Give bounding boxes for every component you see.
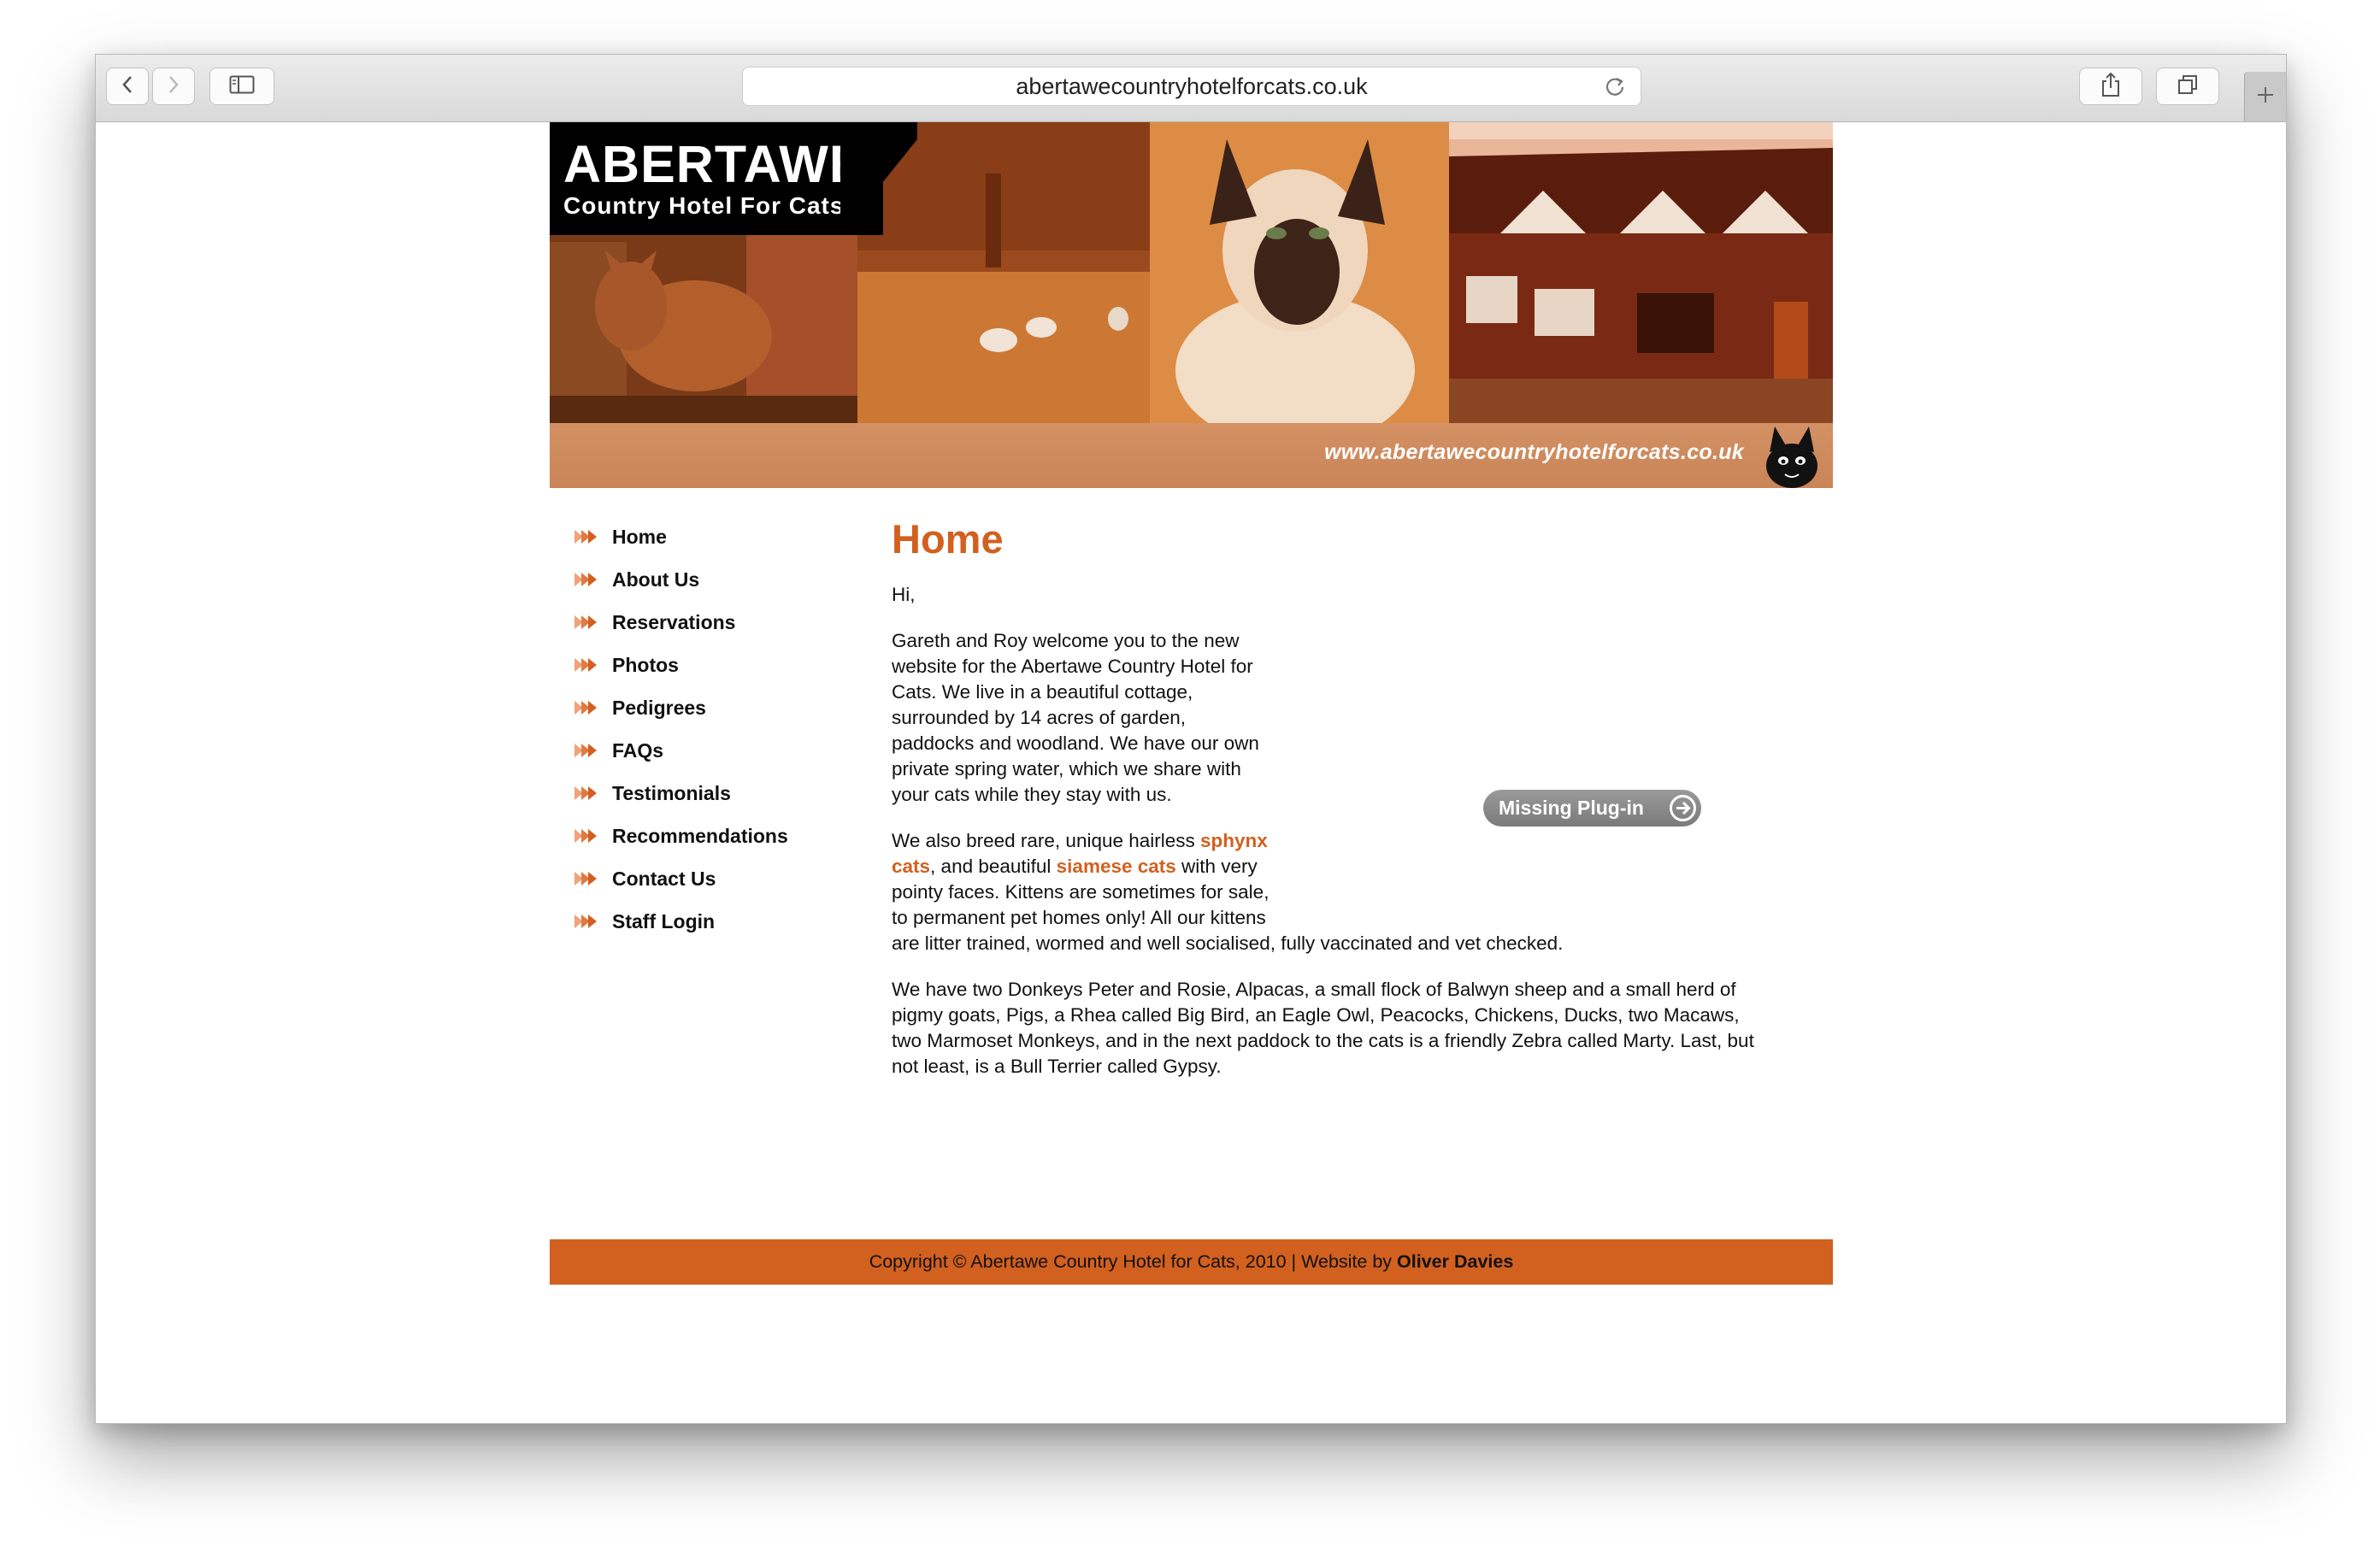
breeding-text: , and beautiful (930, 856, 1057, 877)
site-banner: ABERTAWE Country Hotel For Cats www.aber… (550, 122, 1833, 488)
hotel-building-photo (1449, 122, 1833, 423)
share-icon (2100, 72, 2122, 102)
double-arrow-icon (573, 911, 605, 932)
tabs-button[interactable] (2156, 68, 2219, 105)
new-tab-icon (2255, 85, 2276, 109)
animals-line: pigmy goats, Pigs, a Rhea called Big Bir… (892, 1004, 1740, 1026)
animals-line: two Marmoset Monkeys, and in the next pa… (892, 1030, 1754, 1051)
main-navigation: Home About Us Reservations Photos Pedigrees F… (573, 515, 872, 943)
nav-item-pedigrees[interactable]: Pedigrees (573, 686, 872, 729)
welcome-paragraph: Gareth and Roy welcome you to the new we… (892, 628, 1836, 808)
nav-item-label: Recommendations (612, 824, 788, 847)
copyright-text: Copyright © Abertawe Country Hotel for C… (869, 1251, 1398, 1272)
missing-plugin-label: Missing Plug-in (1499, 797, 1644, 819)
nav-item-label: About Us (612, 568, 700, 591)
nav-item-contact-us[interactable]: Contact Us (573, 857, 872, 900)
animals-line: not least, is a Bull Terrier called Gyps… (892, 1056, 1222, 1077)
breeding-text: to permanent pet homes only! All our kit… (892, 907, 1266, 928)
welcome-line: surrounded by 14 acres of garden, (892, 707, 1186, 728)
double-arrow-icon (573, 740, 605, 761)
nav-item-label: FAQs (612, 738, 664, 762)
forward-icon (167, 74, 180, 99)
nav-item-label: Testimonials (612, 781, 731, 804)
double-arrow-icon (573, 527, 605, 547)
nav-item-recommendations[interactable]: Recommendations (573, 815, 872, 857)
double-arrow-icon (573, 783, 605, 803)
nav-item-home[interactable]: Home (573, 515, 872, 558)
site-footer: Copyright © Abertawe Country Hotel for C… (550, 1239, 1833, 1285)
welcome-line: website for the Abertawe Country Hotel f… (892, 656, 1253, 677)
web-page: ABERTAWE Country Hotel For Cats www.aber… (96, 122, 2286, 1423)
reload-icon[interactable] (1603, 74, 1627, 104)
missing-plugin-button[interactable]: Missing Plug-in (1483, 790, 1701, 827)
tabs-icon (2177, 74, 2199, 100)
logo-corner-decoration (840, 122, 917, 235)
sphynx-link-text: sphynx (1200, 830, 1268, 851)
welcome-line: private spring water, which we share wit… (892, 758, 1241, 780)
siamese-cats-link[interactable]: siamese cats (1057, 856, 1176, 877)
browser-window: abertawecountryhotelforcats.co.uk ABERTA… (95, 54, 2287, 1424)
welcome-line: Cats. We live in a beautiful cottage, (892, 681, 1193, 703)
logo-subtitle: Country Hotel For Cats (563, 192, 845, 219)
arrow-right-circle-icon (1669, 794, 1697, 827)
nav-item-staff-login[interactable]: Staff Login (573, 900, 872, 943)
cat-logo-icon (1766, 427, 1817, 488)
browser-toolbar: abertawecountryhotelforcats.co.uk (96, 55, 2286, 122)
breeding-text: We also breed rare, unique hairless (892, 830, 1201, 851)
greeting-text: Hi, (892, 584, 916, 605)
banner-url: www.abertawecountryhotelforcats.co.uk (1324, 440, 1744, 464)
breeding-paragraph: We also breed rare, unique hairless sphy… (892, 828, 1836, 956)
nav-item-reservations[interactable]: Reservations (573, 601, 872, 644)
nav-item-testimonials[interactable]: Testimonials (573, 772, 872, 815)
double-arrow-icon (573, 868, 605, 889)
back-button[interactable] (106, 68, 149, 105)
back-icon (121, 74, 134, 99)
nav-item-label: Home (612, 525, 667, 548)
siamese-cat-photo (1150, 122, 1449, 423)
welcome-line: your cats while they stay with us. (892, 784, 1172, 805)
breeding-text: are litter trained, wormed and well soci… (892, 932, 1564, 954)
animals-line: We have two Donkeys Peter and Rosie, Alp… (892, 979, 1736, 1000)
double-arrow-icon (573, 612, 605, 632)
breeding-text: with very (1175, 856, 1258, 877)
page-title: Home (892, 516, 1004, 562)
double-arrow-icon (573, 569, 605, 590)
share-button[interactable] (2079, 68, 2142, 105)
welcome-line: paddocks and woodland. We have our own (892, 732, 1259, 754)
address-bar[interactable]: abertawecountryhotelforcats.co.uk (742, 67, 1641, 106)
new-tab-button[interactable] (2244, 72, 2286, 121)
nav-item-label: Photos (612, 653, 679, 676)
sidebar-icon (229, 75, 255, 98)
nav-item-label: Contact Us (612, 867, 716, 890)
animals-paragraph: We have two Donkeys Peter and Rosie, Alp… (892, 977, 1836, 1080)
logo-title: ABERTAWE (563, 135, 865, 193)
nav-item-faqs[interactable]: FAQs (573, 729, 872, 772)
welcome-line: Gareth and Roy welcome you to the new (892, 630, 1240, 651)
sidebar-button[interactable] (209, 68, 274, 105)
breeding-text: pointy faces. Kittens are sometimes for … (892, 881, 1270, 903)
nav-item-label: Staff Login (612, 909, 716, 932)
author-link[interactable]: Oliver Davies (1397, 1251, 1513, 1273)
double-arrow-icon (573, 697, 605, 718)
nav-item-about-us[interactable]: About Us (573, 558, 872, 601)
sphynx-link-text: cats (892, 856, 931, 877)
nav-item-label: Pedigrees (612, 696, 706, 719)
logo[interactable]: ABERTAWE Country Hotel For Cats (550, 122, 883, 235)
forward-button[interactable] (152, 68, 195, 105)
double-arrow-icon (573, 826, 605, 846)
double-arrow-icon (573, 655, 605, 675)
url-text: abertawecountryhotelforcats.co.uk (1016, 73, 1368, 99)
nav-item-label: Reservations (612, 610, 736, 633)
banner-strip: www.abertawecountryhotelforcats.co.uk (550, 423, 1833, 488)
nav-item-photos[interactable]: Photos (573, 644, 872, 686)
